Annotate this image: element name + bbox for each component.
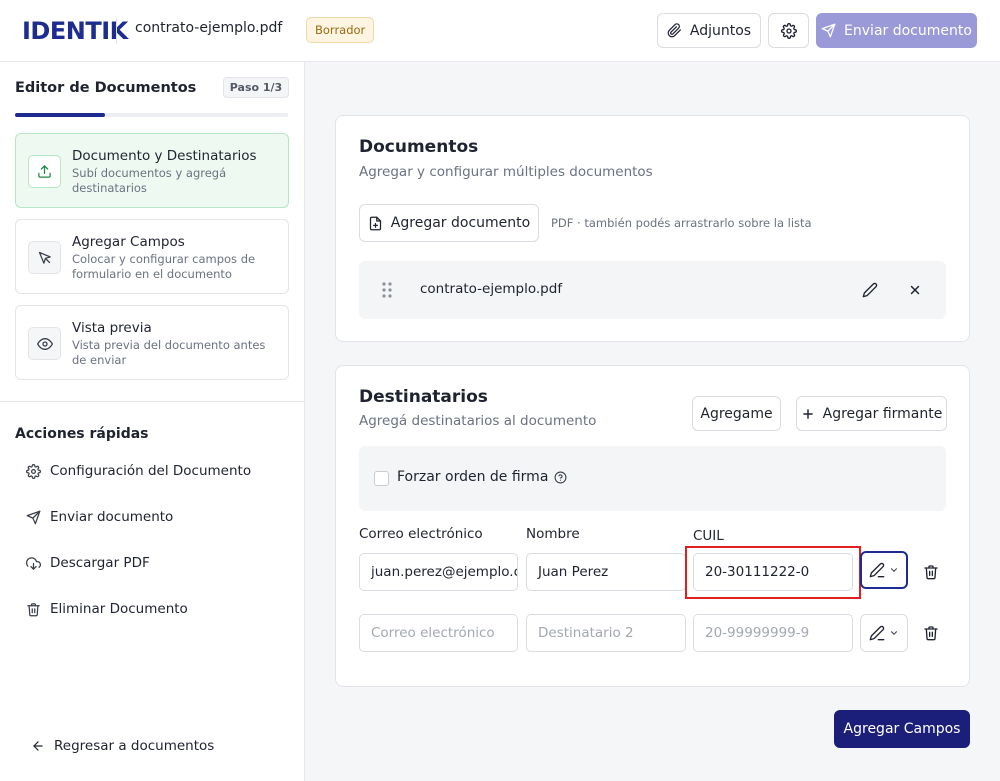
highlight-box bbox=[685, 546, 861, 599]
sidebar-divider bbox=[0, 401, 304, 402]
add-me-button[interactable]: Agregame bbox=[692, 396, 781, 431]
recipient-2-name-input[interactable]: Destinatario 2 bbox=[526, 614, 686, 652]
chevron-down-icon bbox=[890, 568, 898, 572]
step-icon-container bbox=[28, 241, 61, 274]
step-counter: Paso 1/3 bbox=[223, 77, 289, 98]
force-order-label-wrap: Forzar orden de firma bbox=[397, 469, 567, 485]
identik-logo[interactable]: IDENTIK bbox=[22, 17, 128, 45]
quick-action-delete-document[interactable]: Eliminar Documento bbox=[26, 601, 188, 617]
help-circle-icon[interactable] bbox=[554, 471, 567, 484]
recipient-1-role-select[interactable] bbox=[860, 551, 908, 589]
step-title: Agregar Campos bbox=[72, 234, 185, 250]
documents-subtitle: Agregar y configurar múltiples documento… bbox=[359, 164, 653, 180]
document-filename: contrato-ejemplo.pdf bbox=[135, 20, 283, 36]
step-description: Subí documentos y agregá destinatarios bbox=[72, 166, 227, 195]
pencil-icon bbox=[862, 282, 878, 298]
step-title: Documento y Destinatarios bbox=[72, 148, 257, 164]
upload-hint: PDF · también podés arrastrarlo sobre la… bbox=[551, 216, 812, 230]
pen-signature-icon bbox=[869, 562, 885, 578]
pen-signature-icon bbox=[869, 625, 885, 641]
paperclip-icon bbox=[667, 23, 681, 38]
download-cloud-icon bbox=[26, 556, 41, 570]
quick-action-send-document[interactable]: Enviar documento bbox=[26, 509, 173, 525]
trash-icon bbox=[924, 565, 938, 580]
attachments-button[interactable]: Adjuntos bbox=[657, 13, 761, 48]
plus-icon bbox=[802, 408, 813, 419]
step-progress-bar bbox=[15, 113, 288, 117]
document-list-item[interactable]: contrato-ejemplo.pdf bbox=[359, 261, 946, 319]
step-icon-container bbox=[28, 155, 61, 188]
send-icon bbox=[26, 510, 41, 524]
attachments-label: Adjuntos bbox=[689, 22, 752, 39]
recipient-1-email-input[interactable]: juan.perez@ejemplo.c bbox=[359, 553, 518, 591]
add-document-button[interactable]: Agregar documento bbox=[359, 204, 539, 242]
arrow-left-icon bbox=[33, 741, 43, 751]
add-signer-button[interactable]: Agregar firmante bbox=[796, 396, 947, 431]
step-icon-container bbox=[28, 327, 61, 360]
documents-card: Documentos Agregar y configurar múltiple… bbox=[335, 115, 970, 342]
recipients-subtitle: Agregá destinatarios al documento bbox=[359, 413, 597, 429]
name-column-header: Nombre bbox=[526, 526, 580, 542]
force-order-label: Forzar orden de firma bbox=[397, 469, 549, 485]
quick-action-label: Enviar documento bbox=[50, 509, 174, 525]
recipient-2-role-select[interactable] bbox=[860, 614, 908, 652]
trash-icon bbox=[27, 602, 40, 616]
step-preview[interactable]: Vista previa Vista previa del documento … bbox=[15, 305, 289, 380]
back-to-documents-link[interactable]: Regresar a documentos bbox=[31, 738, 214, 754]
quick-action-label: Descargar PDF bbox=[50, 555, 150, 571]
quick-action-document-settings[interactable]: Configuración del Documento bbox=[26, 463, 251, 479]
upload-icon bbox=[38, 165, 51, 178]
gear-icon bbox=[780, 22, 797, 39]
step-description: Vista previa del documento antes de envi… bbox=[72, 338, 266, 367]
step-documents-recipients[interactable]: Documento y Destinatarios Subí documento… bbox=[15, 133, 289, 208]
trash-icon bbox=[924, 626, 938, 641]
back-label: Regresar a documentos bbox=[54, 738, 215, 754]
add-document-label: Agregar documento bbox=[390, 215, 531, 231]
step-description: Colocar y configurar campos de formulari… bbox=[72, 252, 256, 281]
remove-document-button[interactable] bbox=[905, 280, 925, 300]
documents-title: Documentos bbox=[359, 137, 479, 157]
force-order-checkbox[interactable] bbox=[374, 471, 389, 486]
recipient-2-email-input[interactable]: Correo electrónico bbox=[359, 614, 518, 652]
step-progress-fill bbox=[15, 113, 106, 117]
force-order-panel: Forzar orden de firma bbox=[359, 446, 946, 511]
next-add-fields-button[interactable]: Agregar Campos bbox=[834, 710, 970, 748]
edit-document-button[interactable] bbox=[860, 280, 880, 300]
email-column-header: Correo electrónico bbox=[359, 526, 483, 542]
cuil-column-header: CUIL bbox=[693, 528, 724, 544]
recipient-2-cuil-input[interactable]: 20-99999999-9 bbox=[693, 614, 853, 652]
quick-actions-title: Acciones rápidas bbox=[15, 426, 149, 442]
send-document-label: Enviar documento bbox=[844, 22, 972, 39]
gear-icon bbox=[26, 463, 41, 479]
settings-button[interactable] bbox=[768, 13, 809, 48]
step-add-fields[interactable]: Agregar Campos Colocar y configurar camp… bbox=[15, 219, 289, 294]
quick-action-label: Configuración del Documento bbox=[50, 463, 252, 479]
step-title: Vista previa bbox=[72, 320, 152, 336]
drag-handle-icon[interactable] bbox=[381, 281, 393, 299]
send-icon bbox=[821, 23, 836, 38]
sidebar: Editor de Documentos Paso 1/3 Documento … bbox=[0, 62, 305, 781]
document-name: contrato-ejemplo.pdf bbox=[420, 281, 563, 297]
file-plus-icon bbox=[369, 216, 381, 230]
quick-action-download-pdf[interactable]: Descargar PDF bbox=[26, 555, 150, 571]
recipient-1-delete-button[interactable] bbox=[921, 562, 941, 582]
add-signer-label: Agregar firmante bbox=[822, 405, 943, 422]
cursor-icon bbox=[38, 251, 51, 264]
header-divider bbox=[116, 18, 117, 44]
top-header: IDENTIK contrato-ejemplo.pdf Borrador Ad… bbox=[0, 0, 1000, 62]
recipient-2-delete-button[interactable] bbox=[921, 623, 941, 643]
chevron-down-icon bbox=[890, 631, 898, 635]
close-icon bbox=[910, 285, 920, 295]
sidebar-title: Editor de Documentos bbox=[15, 80, 197, 96]
send-document-button[interactable]: Enviar documento bbox=[816, 13, 977, 48]
eye-icon bbox=[36, 337, 53, 350]
recipients-card: Destinatarios Agregá destinatarios al do… bbox=[335, 365, 970, 687]
status-badge: Borrador bbox=[306, 17, 375, 43]
recipient-1-name-input[interactable]: Juan Perez bbox=[526, 553, 686, 591]
quick-action-label: Eliminar Documento bbox=[50, 601, 188, 617]
recipients-title: Destinatarios bbox=[359, 387, 488, 407]
